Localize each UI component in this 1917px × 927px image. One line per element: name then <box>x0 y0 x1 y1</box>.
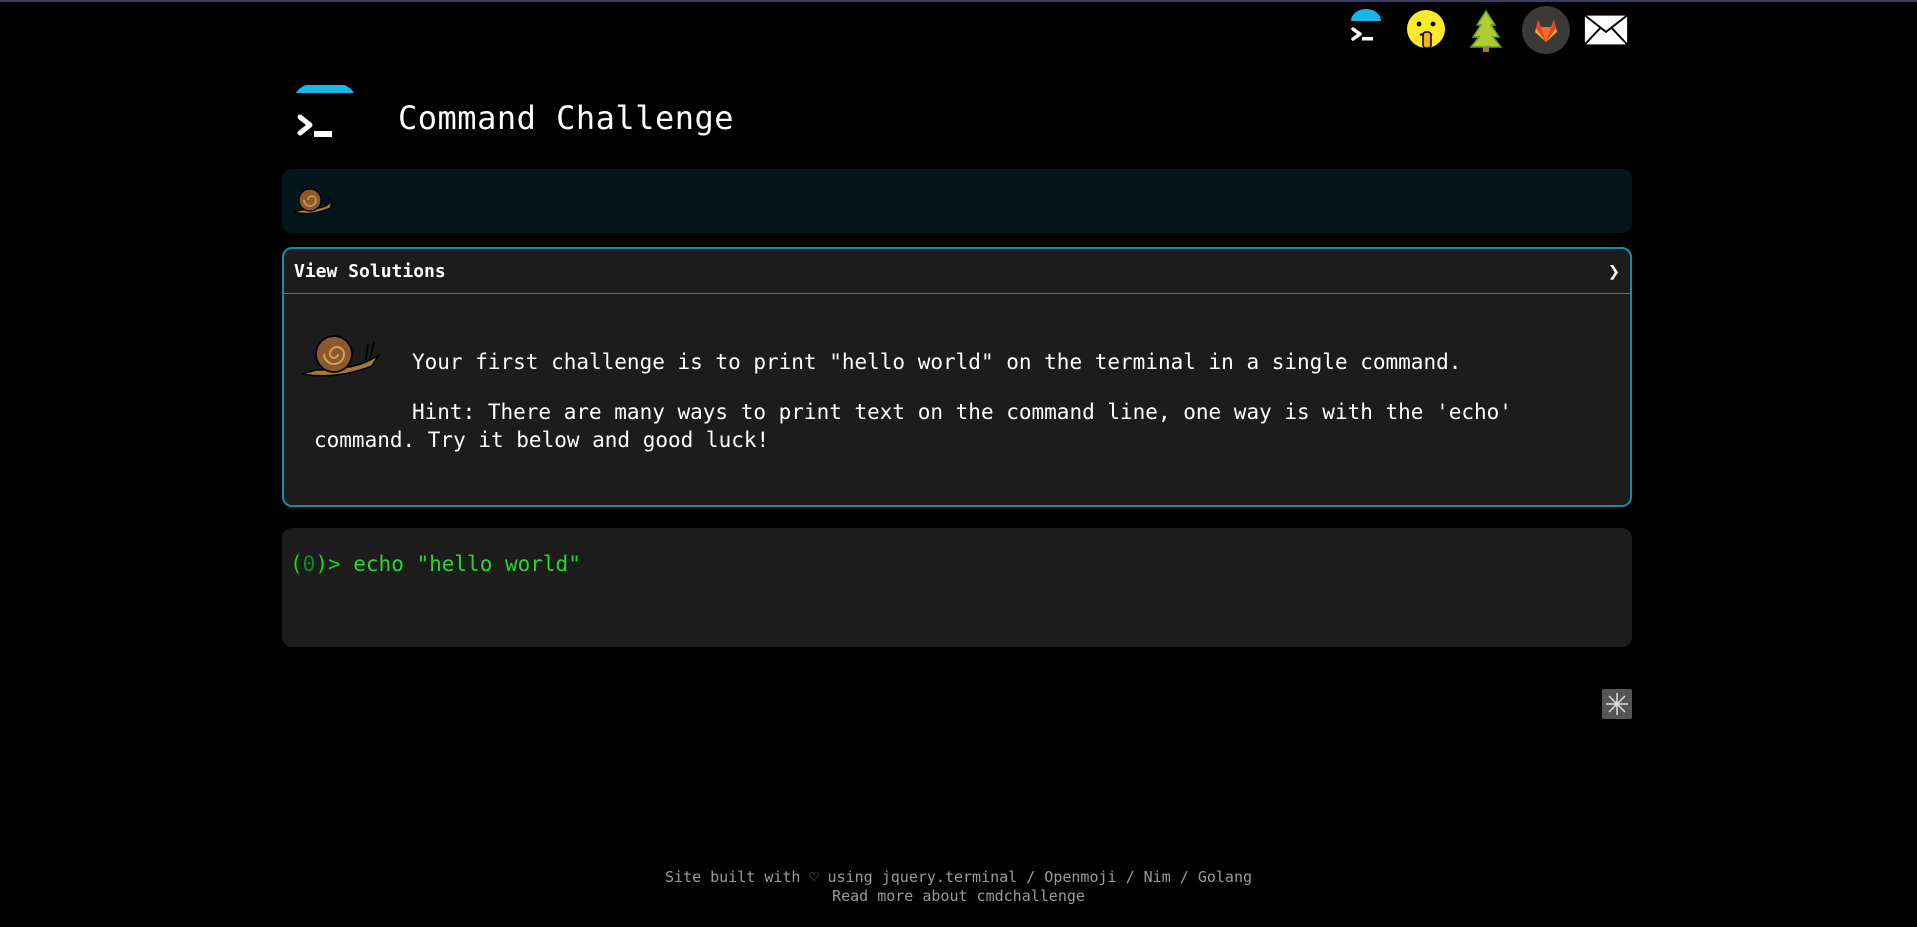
jquery-terminal-link[interactable]: jquery.terminal <box>882 868 1017 886</box>
read-more-link[interactable]: Read more about cmdchallenge <box>832 887 1085 905</box>
footer-credits: Site built with ♡ using jquery.terminal … <box>0 868 1917 887</box>
snail-icon <box>301 335 380 377</box>
top-accent-line <box>0 0 1917 2</box>
chevron-right-icon: ❯ <box>1607 259 1620 283</box>
gitlab-link[interactable] <box>1522 6 1570 54</box>
tree-link[interactable] <box>1462 6 1510 54</box>
openmoji-link[interactable]: Openmoji <box>1044 868 1116 886</box>
footer-separator: / <box>1017 868 1045 886</box>
terminal-prompt-line[interactable]: (0)> echo "hello world" <box>290 552 581 576</box>
footer-credits-prefix: Site built with ♡ using <box>664 868 882 886</box>
gitlab-icon <box>1522 6 1570 54</box>
challenge-progress-bar <box>282 169 1632 233</box>
terminal-icon <box>1351 9 1381 41</box>
challenge-hint: Hint: There are many ways to print text … <box>412 400 1512 424</box>
command-input[interactable]: echo "hello world" <box>353 552 581 576</box>
page-header: Command Challenge <box>292 78 734 158</box>
challenge-text: Your first challenge is to print "hello … <box>412 350 1462 374</box>
mail-icon <box>1582 13 1630 47</box>
terminal-logo-icon[interactable] <box>292 85 358 151</box>
view-solutions-toggle[interactable]: View Solutions ❯ <box>284 249 1630 294</box>
terminal-nav-link[interactable] <box>1342 6 1390 54</box>
shush-face-icon <box>1407 10 1445 49</box>
tree-icon <box>1469 9 1503 52</box>
challenge-panel: View Solutions ❯ Your first challenge is… <box>282 247 1632 507</box>
page-title: Command Challenge <box>398 99 735 137</box>
top-nav <box>1342 6 1630 54</box>
terminal-input-area[interactable]: (0)> echo "hello world" <box>282 528 1632 647</box>
prompt-open: ( <box>290 552 303 576</box>
snail-icon[interactable] <box>292 184 334 218</box>
mail-link[interactable] <box>1582 6 1630 54</box>
challenge-hint-continued: command. Try it below and good luck! <box>314 428 770 452</box>
golang-link[interactable]: Golang <box>1198 868 1252 886</box>
broken-icon[interactable] <box>1602 689 1632 719</box>
nim-link[interactable]: Nim <box>1144 868 1171 886</box>
sparkle-icon <box>1606 693 1628 715</box>
footer-separator: / <box>1170 868 1198 886</box>
prompt-symbol: )> <box>315 552 341 576</box>
secret-link[interactable] <box>1402 6 1450 54</box>
footer-separator: / <box>1116 868 1144 886</box>
view-solutions-label: View Solutions <box>294 260 446 282</box>
site-footer: Site built with ♡ using jquery.terminal … <box>0 868 1917 906</box>
prompt-number: 0 <box>302 552 316 576</box>
